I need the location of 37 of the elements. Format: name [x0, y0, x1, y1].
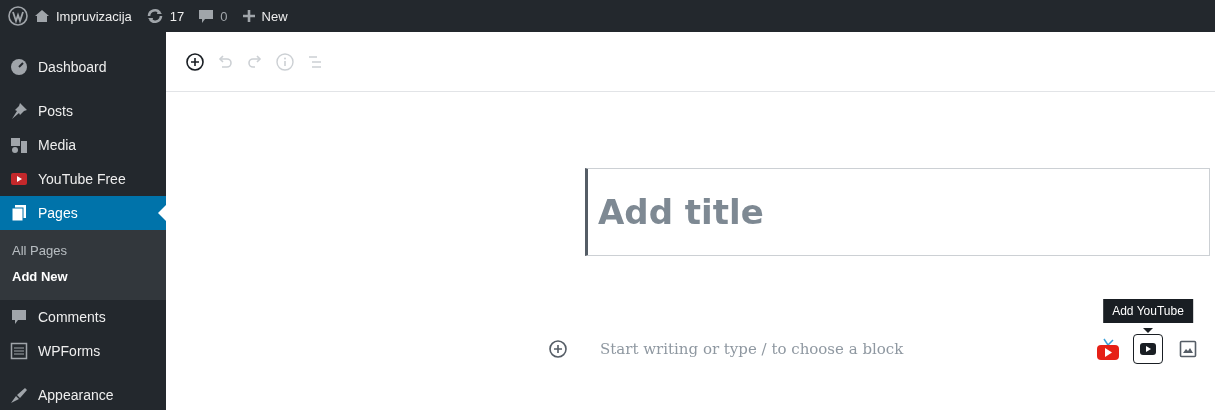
site-name-link[interactable]: Impruvizacija [56, 8, 132, 24]
media-icon [10, 136, 28, 154]
comments-count[interactable]: 0 [220, 8, 228, 24]
home-icon [34, 8, 50, 24]
comment-icon [198, 8, 215, 24]
submenu-item[interactable]: All Pages [0, 238, 166, 264]
plus-icon [241, 9, 256, 23]
form-icon [10, 342, 28, 360]
sidebar-item[interactable]: Posts [0, 94, 166, 128]
pin-icon [10, 102, 28, 120]
sidebar-item[interactable]: Appearance [0, 378, 166, 410]
sidebar-item[interactable]: WPForms [0, 334, 166, 368]
info-icon [274, 51, 295, 72]
sidebar-item[interactable]: YouTube Free [0, 162, 166, 196]
plus-circle-icon [548, 339, 568, 359]
pages-icon [10, 204, 28, 222]
sidebar-item[interactable]: Comments [0, 300, 166, 334]
image-icon [1179, 340, 1197, 358]
title-field[interactable]: Add title [585, 168, 1210, 256]
gauge-icon [10, 58, 28, 76]
tooltip: Add YouTube [1103, 299, 1193, 323]
sidebar-item[interactable]: Dashboard [0, 50, 166, 84]
brush-icon [10, 386, 28, 404]
submenu-item[interactable]: Add New [0, 264, 166, 290]
refresh-icon [145, 8, 164, 24]
sidebar-item[interactable]: Media [0, 128, 166, 162]
tooltip-pointer-icon [1143, 328, 1153, 333]
comment-icon [10, 308, 28, 326]
updates-count[interactable]: 17 [169, 8, 185, 24]
play-icon [1139, 342, 1157, 356]
add-block-button[interactable] [548, 339, 568, 359]
video-play-icon [10, 172, 28, 186]
wordpress-logo-icon[interactable] [8, 6, 28, 26]
new-link[interactable]: New [261, 8, 288, 24]
sidebar-item[interactable]: Pages [0, 196, 166, 230]
plus-circle-icon [184, 51, 205, 72]
tv-play-icon [1096, 337, 1120, 361]
